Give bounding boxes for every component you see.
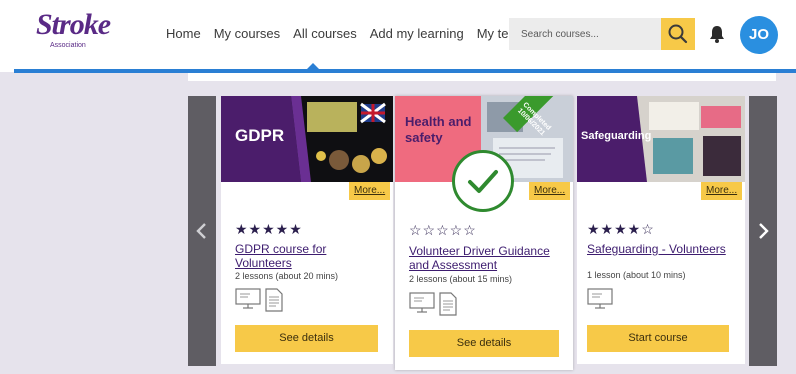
nav-home[interactable]: Home (166, 26, 201, 41)
more-button[interactable]: More... (701, 182, 743, 200)
document-icon (265, 288, 283, 312)
e-learning-icon (587, 288, 613, 309)
main-nav: Home My courses All courses Add my learn… (166, 26, 527, 41)
carousel-next-button[interactable] (749, 96, 777, 366)
stroke-association-logo[interactable]: Stroke Association (36, 10, 116, 54)
search-button[interactable] (661, 18, 695, 50)
course-title-link[interactable]: GDPR course for Volunteers (235, 242, 385, 270)
course-banner: Safeguarding (577, 96, 745, 182)
start-course-button[interactable]: Start course (587, 325, 729, 352)
content-type-icons (587, 288, 613, 310)
course-card-gdpr: GDPR More... ★★★★★ GDPR course for Volun… (221, 96, 393, 364)
search-input[interactable] (509, 18, 661, 50)
banner-title: Safeguarding (581, 130, 652, 142)
course-card-volunteer-driver: Health and safety Completed 10/06/2021 M… (395, 96, 573, 370)
content-type-icons (235, 288, 283, 312)
e-learning-icon (409, 292, 435, 313)
more-button[interactable]: More... (349, 182, 391, 200)
search-box (509, 18, 695, 50)
nav-all-courses[interactable]: All courses (293, 26, 357, 41)
document-icon (439, 292, 457, 316)
chevron-left-icon (196, 223, 206, 239)
content-type-icons (409, 292, 457, 316)
course-card-safeguarding: Safeguarding More... ★★★★☆ Safeguarding … (577, 96, 745, 364)
banner-title: GDPR (235, 126, 285, 145)
search-icon (668, 24, 688, 44)
user-avatar[interactable]: JO (740, 16, 778, 54)
notifications-button[interactable] (708, 24, 726, 44)
see-details-button[interactable]: See details (235, 325, 378, 352)
banner-title: Health and safety (405, 114, 472, 145)
course-duration: 2 lessons (about 20 mins) (235, 271, 339, 281)
course-banner: GDPR (221, 96, 393, 182)
logo-subtext: Association (50, 42, 86, 49)
content-panel-top (188, 73, 776, 81)
completed-check-badge (452, 150, 514, 212)
course-duration: 2 lessons (about 15 mins) (409, 274, 513, 284)
more-button[interactable]: More... (529, 182, 571, 200)
top-navigation-bar: Stroke Association Home My courses All c… (0, 0, 796, 72)
star-rating: ★★★★★ (235, 221, 303, 237)
star-rating: ☆☆☆☆☆ (409, 222, 477, 238)
e-learning-icon (235, 288, 261, 309)
bell-icon (710, 26, 724, 43)
chevron-right-icon (759, 223, 769, 239)
carousel-prev-button[interactable] (188, 96, 216, 366)
nav-add-my-learning[interactable]: Add my learning (370, 26, 464, 41)
course-title-link[interactable]: Safeguarding - Volunteers (587, 242, 737, 256)
logo-wordmark: Stroke (36, 8, 111, 41)
course-title-link[interactable]: Volunteer Driver Guidance and Assessment (409, 244, 569, 272)
checkmark-icon (468, 170, 498, 193)
nav-my-courses[interactable]: My courses (214, 26, 280, 41)
active-nav-indicator (307, 63, 319, 69)
star-rating: ★★★★☆ (587, 221, 655, 237)
see-details-button[interactable]: See details (409, 330, 559, 357)
course-duration: 1 lesson (about 10 mins) (587, 270, 686, 280)
